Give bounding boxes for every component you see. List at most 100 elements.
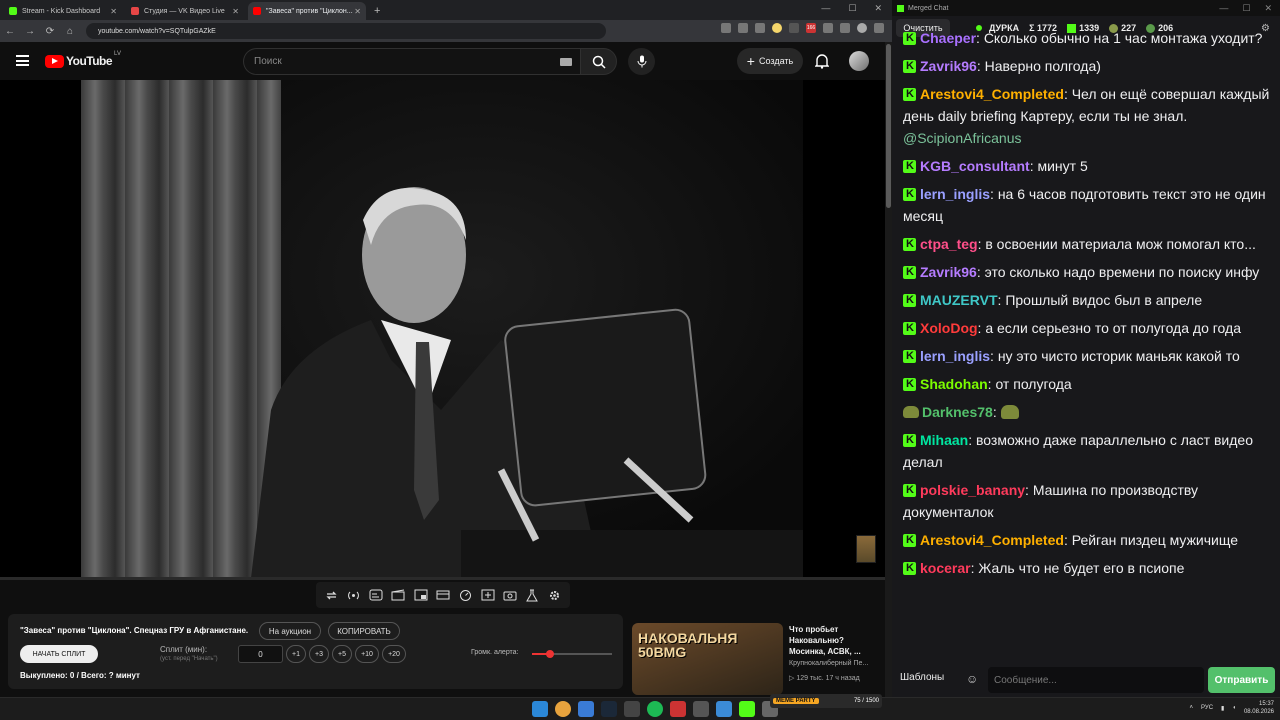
volume-knob[interactable] [545,650,554,658]
app-icon[interactable] [624,701,640,717]
captions-icon[interactable] [368,587,384,603]
download-icon[interactable] [840,23,850,33]
chat-username[interactable]: lern_inglis [920,348,990,364]
chat-username[interactable]: MAUZERVT [920,292,998,308]
bell-icon[interactable] [815,53,829,69]
close-icon[interactable]: ✕ [110,7,117,16]
maximize-icon[interactable]: ☐ [848,3,856,14]
menu-icon[interactable] [16,55,29,66]
kick-icon[interactable] [739,701,755,717]
chevron-up-icon[interactable]: ˄ [1190,705,1194,711]
chat-mention[interactable]: @ScipionAfricanus [903,130,1022,146]
emoji-icon[interactable]: ☺ [966,672,978,686]
chat-username[interactable]: Mihaan [920,432,968,448]
chat-username[interactable]: ctpa_teg [920,236,978,252]
puzzle-icon[interactable] [823,23,833,33]
back-icon[interactable]: ← [0,26,20,37]
chat-username[interactable]: Chaeper [920,30,976,46]
close-icon[interactable]: ✕ [1264,3,1272,14]
keyboard-icon[interactable] [560,58,572,66]
chat-username[interactable]: lern_inglis [920,186,990,202]
increment-1-button[interactable]: +1 [286,645,306,663]
app-icon[interactable] [693,701,709,717]
create-button[interactable]: + Создать [737,48,803,74]
add-icon[interactable] [480,587,496,603]
zoom-icon[interactable] [721,23,731,33]
profile-icon[interactable] [857,23,867,33]
network-icon[interactable]: ▮ [1221,705,1224,712]
close-icon[interactable]: ✕ [354,7,361,16]
minimize-icon[interactable]: — [1219,3,1228,14]
start-split-button[interactable]: НАЧАТЬ СПЛИТ [20,645,98,663]
chat-username[interactable]: Zavrik96 [920,264,977,280]
new-tab-button[interactable]: + [374,5,380,17]
chat-username[interactable]: Zavrik96 [920,58,977,74]
flask-icon[interactable] [524,587,540,603]
search-button[interactable] [580,48,617,75]
spotify-icon[interactable] [647,701,663,717]
close-icon[interactable]: ✕ [232,7,239,16]
edge-icon[interactable] [578,701,594,717]
url-field[interactable]: youtube.com/watch?v=SQTulpGAZkE [86,23,606,39]
youtube-logo[interactable]: YouTube LV [45,51,121,68]
recommended-title[interactable]: Что пробьет Наковальню? Мосинка, АСВК, .… [789,624,879,657]
tab-vk-video[interactable]: Студия — VK Видео Live ✕ [126,2,244,20]
tab-kick-dashboard[interactable]: Stream - Kick Dashboard ✕ [4,2,122,20]
pip-icon[interactable] [413,587,429,603]
volume-icon[interactable]: ◖ [1232,705,1236,711]
increment-20-button[interactable]: +20 [382,645,406,663]
chat-username[interactable]: Arestovi4_Completed [920,86,1064,102]
split-minutes-input[interactable]: 0 [238,645,283,663]
message-input[interactable]: Сообщение... [988,667,1204,693]
home-icon[interactable]: ⌂ [60,26,80,37]
recommended-thumbnail[interactable]: НАКОВАЛЬНЯ 50BMG [632,623,783,695]
chat-username[interactable]: kocerar [920,560,971,576]
video-player[interactable] [0,80,885,578]
voice-search-button[interactable] [628,48,655,75]
menu-icon[interactable] [874,23,884,33]
search-input[interactable]: Поиск [243,48,580,75]
gear-icon[interactable] [547,587,563,603]
star-icon[interactable] [755,23,765,33]
chat-username[interactable]: KGB_consultant [920,158,1030,174]
increment-10-button[interactable]: +10 [355,645,379,663]
chat-username[interactable]: Darknes78 [922,404,993,420]
chat-username[interactable]: Shadohan [920,376,988,392]
mini-thumbnail[interactable] [856,535,876,563]
templates-button[interactable]: Шаблоны [900,672,944,683]
chrome-icon[interactable] [555,701,571,717]
recommended-channel[interactable]: Крупнокалиберный Пе... [789,660,868,667]
maximize-icon[interactable]: ☐ [1242,3,1250,14]
minimize-icon[interactable]: — [821,3,830,14]
chat-username[interactable]: XoloDog [920,320,978,336]
extension-icon[interactable] [772,23,782,33]
alert-volume-slider[interactable] [532,650,612,658]
camera-icon[interactable] [502,587,518,603]
broadcast-icon[interactable] [346,587,362,603]
clock[interactable]: 15:37 08.08.2026 [1244,700,1274,716]
chat-username[interactable]: Arestovi4_Completed [920,532,1064,548]
tab-youtube-video[interactable]: "Завеса" против "Циклон... ✕ [248,2,366,20]
forward-icon[interactable]: → [20,26,40,37]
windows-start-icon[interactable] [532,701,548,717]
auction-button[interactable]: На аукцион [259,622,321,640]
clapper-icon[interactable] [390,587,406,603]
extension-badge[interactable]: 166 [806,23,816,33]
send-button[interactable]: Отправить [1208,667,1275,693]
telegram-icon[interactable] [716,701,732,717]
language-indicator[interactable]: РУС [1201,705,1213,711]
theater-icon[interactable] [435,587,451,603]
video-progress-bar[interactable] [0,577,885,580]
obs-icon[interactable] [670,701,686,717]
close-icon[interactable]: ✕ [874,3,882,14]
reload-icon[interactable]: ⟳ [40,26,60,37]
page-scrollbar[interactable] [885,42,892,697]
increment-3-button[interactable]: +3 [309,645,329,663]
copy-button[interactable]: КОПИРОВАТЬ [328,622,400,640]
extension-icon[interactable] [789,23,799,33]
loop-icon[interactable] [323,587,339,603]
speedometer-icon[interactable] [457,587,473,603]
increment-5-button[interactable]: +5 [332,645,352,663]
steam-icon[interactable] [601,701,617,717]
cast-icon[interactable] [738,23,748,33]
